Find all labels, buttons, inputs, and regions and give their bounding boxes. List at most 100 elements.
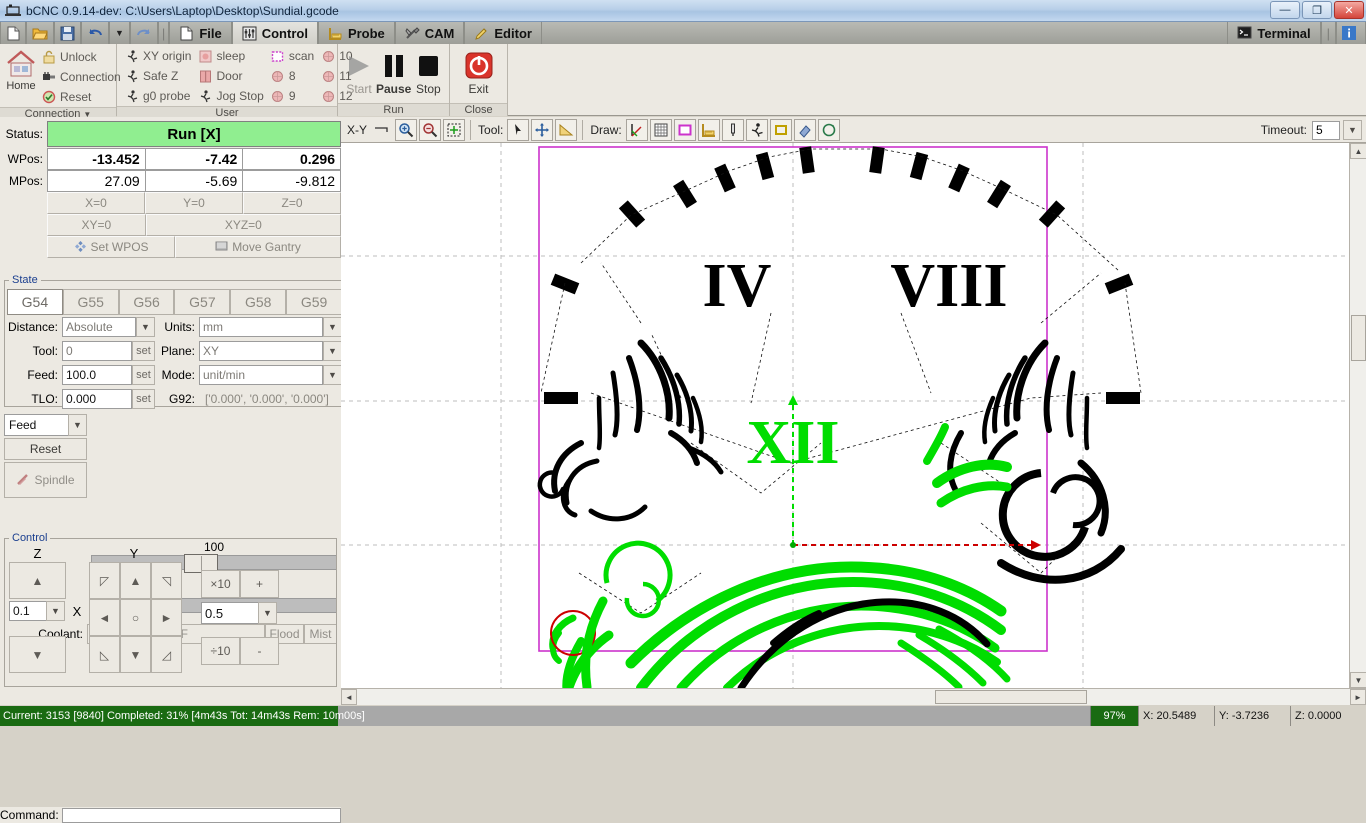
- distance-dropdown[interactable]: ▼: [136, 317, 155, 337]
- user-button-sleep[interactable]: sleep: [194, 46, 266, 66]
- probe-icon[interactable]: [722, 119, 744, 141]
- command-input[interactable]: [62, 808, 341, 823]
- toolbar-undo-button[interactable]: [81, 22, 109, 44]
- chevron-icon[interactable]: [371, 119, 393, 141]
- stop-button[interactable]: Stop: [411, 48, 445, 96]
- distance-value[interactable]: Absolute: [62, 317, 136, 337]
- wcs-g59-button[interactable]: G59: [286, 289, 342, 315]
- tool-value[interactable]: 0: [62, 341, 132, 361]
- toolbar-undo-menu-button[interactable]: ▼: [109, 22, 130, 44]
- grid-icon[interactable]: [650, 119, 672, 141]
- ruler-triangle-icon[interactable]: [555, 119, 577, 141]
- units-dropdown[interactable]: ▼: [323, 317, 342, 337]
- user-button-xy-origin[interactable]: XY origin: [121, 46, 194, 66]
- feed-set-button[interactable]: set: [132, 365, 155, 385]
- z-step-input[interactable]: 0.1: [9, 601, 47, 621]
- step-div10-button[interactable]: ÷10: [201, 637, 240, 665]
- rapid-icon[interactable]: [770, 119, 792, 141]
- wpos-z[interactable]: 0.296: [243, 148, 341, 170]
- override-reset-button[interactable]: Reset: [4, 438, 87, 460]
- jog-down-left-button[interactable]: ◺: [89, 636, 120, 673]
- select-icon[interactable]: [507, 119, 529, 141]
- zero-y-button[interactable]: Y=0: [145, 192, 243, 214]
- wpos-y[interactable]: -7.42: [146, 148, 244, 170]
- wcs-g57-button[interactable]: G57: [174, 289, 230, 315]
- tool-set-button[interactable]: set: [132, 341, 155, 361]
- toolbar-new-button[interactable]: [0, 22, 26, 44]
- z-up-button[interactable]: ▲: [9, 562, 66, 599]
- wcs-g54-button[interactable]: G54: [7, 289, 63, 315]
- exit-button[interactable]: Exit: [458, 48, 500, 96]
- step-mul10-button[interactable]: ×10: [201, 570, 240, 598]
- tlo-value[interactable]: 0.000: [62, 389, 132, 409]
- ruler-icon[interactable]: [698, 119, 720, 141]
- unlock-button[interactable]: Unlock: [38, 47, 124, 67]
- user-button-safe-z[interactable]: Safe Z: [121, 66, 194, 86]
- plane-value[interactable]: XY: [199, 341, 323, 361]
- set-wpos-button[interactable]: Set WPOS: [47, 236, 175, 258]
- toolbar-open-button[interactable]: [26, 22, 54, 44]
- view-mode-label[interactable]: X-Y: [345, 123, 369, 137]
- mode-dropdown[interactable]: ▼: [323, 365, 342, 385]
- tab-file[interactable]: File: [169, 22, 231, 44]
- zoom-fit-icon[interactable]: [443, 119, 465, 141]
- toolbar-redo-button[interactable]: [130, 22, 158, 44]
- zero-z-button[interactable]: Z=0: [243, 192, 341, 214]
- tab-cam[interactable]: CAM: [395, 22, 465, 44]
- user-button-9[interactable]: 9: [267, 86, 317, 106]
- canvas-horizontal-scrollbar[interactable]: ◄ ►: [341, 688, 1366, 705]
- reset-button[interactable]: Reset: [38, 87, 124, 107]
- fill-icon[interactable]: [794, 119, 816, 141]
- timeout-input[interactable]: 5: [1312, 121, 1340, 140]
- wcs-g56-button[interactable]: G56: [119, 289, 175, 315]
- step-plus-button[interactable]: +: [240, 570, 279, 598]
- jog-center-button[interactable]: ○: [120, 599, 151, 636]
- jog-right-button[interactable]: ►: [151, 599, 182, 636]
- user-button-scan[interactable]: scan: [267, 46, 317, 66]
- tab-editor[interactable]: Editor: [464, 22, 542, 44]
- mode-value[interactable]: unit/min: [199, 365, 323, 385]
- wcs-g58-button[interactable]: G58: [230, 289, 286, 315]
- zero-xyz-button[interactable]: XYZ=0: [146, 214, 341, 236]
- zero-xy-button[interactable]: XY=0: [47, 214, 146, 236]
- user-button-jog-stop[interactable]: Jog Stop: [194, 86, 266, 106]
- zero-x-button[interactable]: X=0: [47, 192, 145, 214]
- gcode-canvas[interactable]: IV VIII XII: [341, 143, 1366, 688]
- spindle-toggle[interactable]: Spindle: [4, 462, 87, 498]
- move-icon[interactable]: [531, 119, 553, 141]
- wcs-g55-button[interactable]: G55: [63, 289, 119, 315]
- plane-dropdown[interactable]: ▼: [323, 341, 342, 361]
- path-icon[interactable]: [746, 119, 768, 141]
- toolbar-save-button[interactable]: [54, 22, 81, 44]
- step-minus-button[interactable]: -: [240, 637, 279, 665]
- jog-up-left-button[interactable]: ◸: [89, 562, 120, 599]
- horizontal-scroll-thumb[interactable]: [935, 690, 1087, 704]
- tlo-set-button[interactable]: set: [132, 389, 155, 409]
- override-selector-dropdown[interactable]: ▼: [68, 414, 87, 436]
- user-button-8[interactable]: 8: [267, 66, 317, 86]
- close-button[interactable]: ✕: [1334, 1, 1364, 19]
- jog-down-button[interactable]: ▼: [120, 636, 151, 673]
- restore-button[interactable]: ❐: [1302, 1, 1332, 19]
- scroll-up-arrow[interactable]: ▲: [1350, 143, 1366, 159]
- camera-icon[interactable]: [818, 119, 840, 141]
- scroll-right-arrow[interactable]: ►: [1350, 689, 1366, 705]
- start-button[interactable]: Start: [342, 48, 376, 96]
- units-value[interactable]: mm: [199, 317, 323, 337]
- jog-left-button[interactable]: ◄: [89, 599, 120, 636]
- scroll-left-arrow[interactable]: ◄: [341, 689, 357, 705]
- wpos-x[interactable]: -13.452: [47, 148, 146, 170]
- user-button-door[interactable]: Door: [194, 66, 266, 86]
- tab-probe[interactable]: Probe: [318, 22, 395, 44]
- home-button[interactable]: Home: [4, 46, 38, 92]
- jog-down-right-button[interactable]: ◿: [151, 636, 182, 673]
- z-step-dropdown[interactable]: ▼: [46, 601, 65, 621]
- minimize-button[interactable]: —: [1270, 1, 1300, 19]
- move-gantry-button[interactable]: Move Gantry: [175, 236, 341, 258]
- zoom-out-icon[interactable]: [419, 119, 441, 141]
- z-down-button[interactable]: ▼: [9, 636, 66, 673]
- user-button-g0-probe[interactable]: g0 probe: [121, 86, 194, 106]
- jog-up-right-button[interactable]: ◹: [151, 562, 182, 599]
- tab-terminal[interactable]: Terminal: [1227, 22, 1320, 44]
- feed-value[interactable]: 100.0: [62, 365, 132, 385]
